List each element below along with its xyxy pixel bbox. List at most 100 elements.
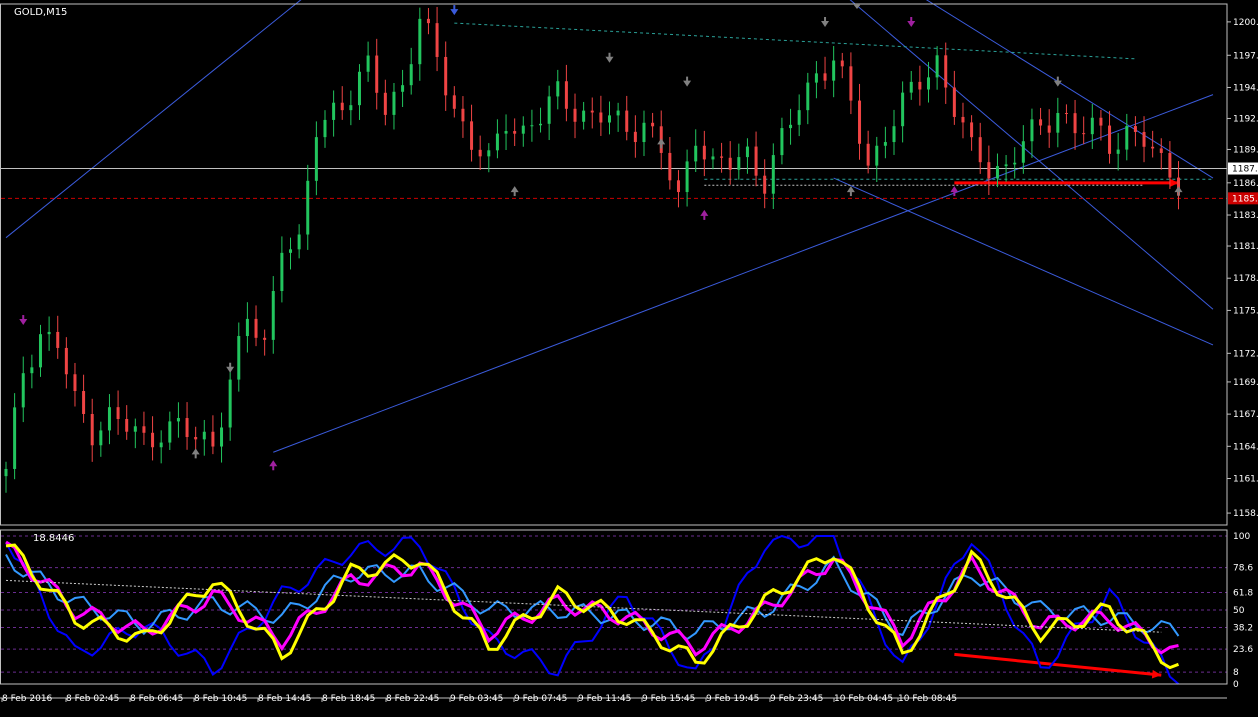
candle-body (1151, 146, 1155, 149)
time-tick-label: 8 Feb 2016 (2, 694, 53, 704)
candle-body (521, 125, 525, 134)
fractal-up-arrow (510, 186, 519, 197)
candle-body (332, 102, 336, 120)
candle-body (1159, 148, 1163, 153)
candle-body (590, 110, 594, 113)
price-tick-label: 1186.6 (1233, 179, 1258, 189)
fractal-down-arrow (683, 76, 692, 87)
candle-body (1030, 119, 1034, 142)
candle-body (151, 432, 155, 448)
candle-body (797, 110, 801, 125)
candle-body (176, 418, 180, 422)
candle-body (685, 161, 689, 193)
candle-body (56, 331, 60, 348)
candle-body (789, 124, 793, 129)
price-tick-label: 1175.9 (1233, 306, 1258, 316)
candle-body (530, 125, 534, 127)
candle-body (814, 73, 818, 83)
candle-body (1133, 126, 1137, 132)
candle-body (909, 81, 913, 93)
candle-body (461, 108, 465, 122)
candle-body (1082, 133, 1086, 135)
candle-body (625, 110, 629, 132)
candle-body (1073, 113, 1077, 134)
osc-tick-label: 50 (1233, 606, 1245, 616)
candle-body (47, 331, 51, 335)
candle-body (944, 55, 948, 88)
candle-body (539, 123, 543, 126)
fractal-down-arrow (226, 362, 235, 373)
time-tick-label: 8 Feb 10:45 (194, 694, 247, 704)
candle-body (918, 81, 922, 90)
candle-body (892, 126, 896, 143)
fractal-up-arrow (1174, 186, 1183, 197)
price-tick-label: 1169.9 (1233, 378, 1258, 388)
time-tick-label: 8 Feb 06:45 (130, 694, 183, 704)
candle-body (409, 64, 413, 86)
candle-body (952, 87, 956, 117)
candle-body (504, 131, 508, 134)
price-tick-label: 1189.4 (1233, 145, 1258, 155)
candle-body (987, 162, 991, 179)
candle-body (582, 110, 586, 122)
time-tick-label: 9 Feb 19:45 (706, 694, 759, 704)
time-tick-label: 10 Feb 08:45 (898, 694, 957, 704)
candle-body (1099, 117, 1103, 126)
trend-channel-line (5, 0, 302, 239)
candle-body (866, 143, 870, 166)
candle-body (142, 426, 146, 433)
candle-body (1004, 164, 1008, 167)
candle-body (720, 156, 724, 158)
candle-body (1064, 113, 1068, 115)
fractal-down-arrow (821, 16, 830, 27)
fractal-up-arrow (657, 138, 666, 149)
candle-body (935, 55, 939, 78)
candle-body (901, 92, 905, 127)
candle-body (401, 85, 405, 92)
candle-body (82, 391, 86, 414)
candle-body (297, 234, 301, 250)
candle-body (599, 112, 603, 123)
price-tick-label: 1178.6 (1233, 274, 1258, 284)
candle-body (978, 137, 982, 163)
candle-body (254, 318, 258, 338)
time-tick-label: 9 Feb 11:45 (578, 694, 631, 704)
candle-body (366, 55, 370, 72)
candle-body (280, 252, 284, 292)
candle-body (763, 175, 767, 194)
candle-body (823, 73, 827, 81)
osc-tick-label: 8 (1233, 668, 1239, 678)
candle-body (547, 96, 551, 124)
price-tick-label: 1158.9 (1233, 509, 1258, 519)
candle-body (616, 110, 620, 116)
candle-body (1047, 125, 1051, 133)
candle-body (556, 81, 560, 97)
candle-body (495, 133, 499, 151)
price-tick-label: 1192.0 (1233, 114, 1258, 124)
osc-tick-label: 0 (1233, 680, 1239, 690)
candle-body (780, 128, 784, 156)
candle-body (668, 152, 672, 181)
candle-body (271, 291, 275, 340)
candle-body (228, 379, 232, 428)
candle-body (728, 157, 732, 170)
time-tick-label: 10 Feb 04:45 (834, 694, 893, 704)
candle-body (832, 60, 836, 81)
candle-body (435, 23, 439, 57)
candle-body (133, 426, 137, 432)
candle-body (21, 373, 25, 408)
candle-body (245, 318, 249, 337)
candle-body (13, 407, 17, 469)
fractal-down-arrow (450, 5, 459, 16)
candle-body (306, 180, 310, 235)
candle-body (444, 56, 448, 96)
candle-body (4, 468, 8, 477)
price-tick-label: 1183.9 (1233, 211, 1258, 221)
candle-body (116, 407, 120, 420)
candle-body (694, 145, 698, 162)
candle-body (711, 156, 715, 160)
indicator-label: 18.8446 (33, 533, 74, 544)
candle-body (392, 91, 396, 115)
osc-tick-label: 78.6 (1233, 564, 1253, 574)
price-tick-label: 1161.8 (1233, 475, 1258, 485)
